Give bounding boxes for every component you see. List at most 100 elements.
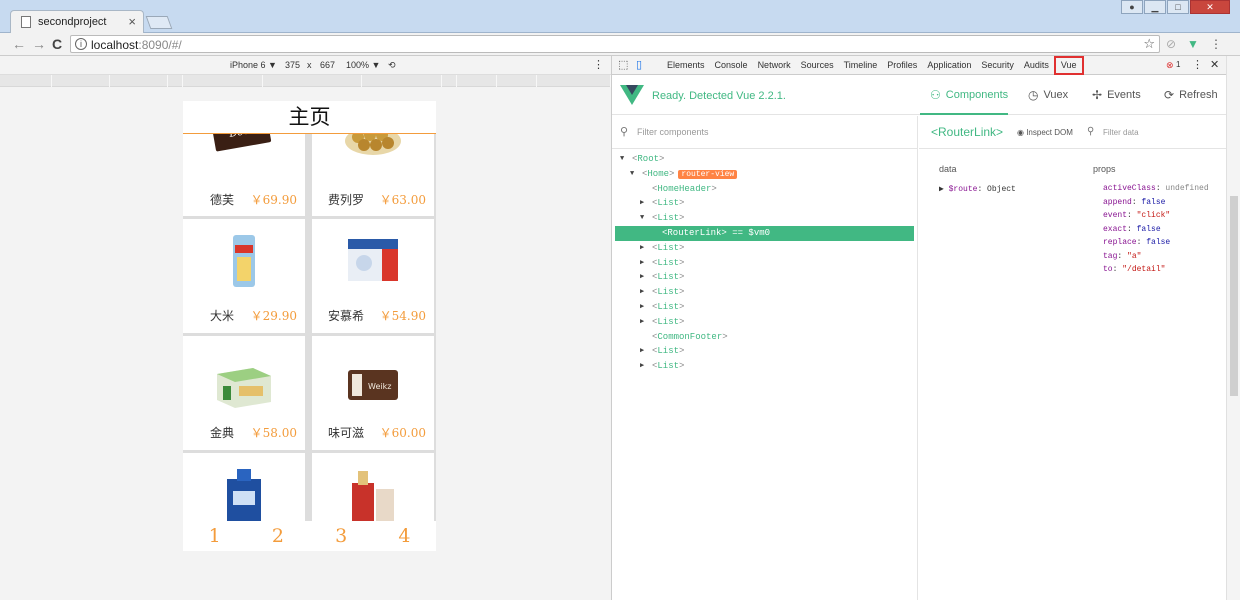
user-icon[interactable]: ● bbox=[1121, 0, 1143, 14]
filter-components-input[interactable]: Filter components bbox=[637, 127, 709, 137]
error-icon[interactable]: ⊗ bbox=[1166, 60, 1174, 71]
expand-arrow-icon[interactable]: ▶ bbox=[640, 241, 644, 256]
forward-icon[interactable]: → bbox=[32, 36, 46, 52]
expand-arrow-icon[interactable]: ▶ bbox=[640, 196, 644, 211]
prop-row[interactable]: exact: false bbox=[1103, 225, 1161, 234]
product-card[interactable]: 大米 ￥29.90 bbox=[183, 219, 305, 333]
url-path: :8090/#/ bbox=[138, 38, 182, 52]
vue-extension-icon[interactable]: ▼ bbox=[1187, 37, 1199, 51]
tree-node-root[interactable]: ▼ <Root> bbox=[612, 152, 917, 167]
tree-node-list[interactable]: ▶ <List> bbox=[612, 315, 917, 330]
inspect-element-icon[interactable]: ⬚ bbox=[618, 58, 628, 71]
tab-profiles[interactable]: Profiles bbox=[882, 56, 922, 75]
collapse-arrow-icon[interactable]: ▼ bbox=[640, 211, 644, 226]
tree-node-routerlink[interactable]: <RouterLink> == $vm0 bbox=[615, 225, 914, 241]
scrollbar-thumb[interactable] bbox=[1230, 196, 1238, 396]
page-link-1[interactable]: 1 bbox=[209, 525, 221, 547]
prop-key: activeClass bbox=[1103, 184, 1156, 193]
tab-elements[interactable]: Elements bbox=[662, 56, 710, 75]
tab-network[interactable]: Network bbox=[753, 56, 796, 75]
expand-arrow-icon[interactable]: ▶ bbox=[640, 315, 644, 330]
prop-row[interactable]: tag: "a" bbox=[1103, 252, 1141, 261]
device-height[interactable]: 667 bbox=[320, 60, 335, 70]
product-card[interactable]: 安慕希 ￥54.90 bbox=[312, 219, 434, 333]
bookmark-star-icon[interactable]: ☆ bbox=[1143, 36, 1155, 52]
tree-node-home[interactable]: ▼ <Home> router-view bbox=[612, 167, 917, 182]
expand-arrow-icon[interactable]: ▶ bbox=[640, 285, 644, 300]
devtools-close-icon[interactable]: ✕ bbox=[1210, 58, 1219, 71]
tab-vue[interactable]: Vue bbox=[1053, 56, 1084, 75]
tree-node-list[interactable]: ▶ <List> bbox=[612, 241, 917, 256]
product-card[interactable]: 金典 ￥58.00 bbox=[183, 336, 305, 450]
tree-node-list[interactable]: ▶ <List> bbox=[612, 285, 917, 300]
page-link-3[interactable]: 3 bbox=[335, 525, 347, 547]
error-count: 1 bbox=[1176, 60, 1181, 69]
tree-node-list[interactable]: ▶ <List> bbox=[612, 300, 917, 315]
tree-node-commonfooter[interactable]: <CommonFooter> bbox=[612, 330, 917, 345]
yogurt-box-icon bbox=[348, 239, 398, 281]
devtools-menu-icon[interactable]: ⋮ bbox=[1192, 58, 1203, 71]
address-bar[interactable]: i localhost:8090/#/ ☆ bbox=[70, 35, 1160, 53]
devtools-scrollbar[interactable] bbox=[1226, 56, 1240, 600]
prop-key: tag bbox=[1103, 251, 1118, 261]
prop-row[interactable]: to: "/detail" bbox=[1103, 265, 1165, 274]
rotate-icon[interactable]: ⟲ bbox=[388, 60, 396, 71]
tab-sources[interactable]: Sources bbox=[796, 56, 839, 75]
page-title: 主页 bbox=[183, 101, 436, 134]
url-text[interactable]: localhost:8090/#/ bbox=[91, 38, 182, 52]
expand-arrow-icon[interactable]: ▶ bbox=[640, 300, 644, 315]
filter-components[interactable]: ⚲ Filter components bbox=[612, 116, 917, 149]
liquor-red-icon bbox=[352, 471, 394, 521]
back-icon[interactable]: ← bbox=[12, 36, 26, 52]
collapse-arrow-icon[interactable]: ▼ bbox=[630, 167, 634, 182]
expand-arrow-icon[interactable]: ▶ bbox=[640, 256, 644, 271]
prop-key: to bbox=[1103, 265, 1113, 274]
new-tab-button[interactable] bbox=[145, 16, 173, 29]
tree-node-list[interactable]: ▶ <List> bbox=[612, 196, 917, 211]
tree-node-homeheader[interactable]: <HomeHeader> bbox=[612, 182, 917, 197]
expand-arrow-icon[interactable]: ▶ bbox=[640, 359, 644, 374]
collapse-arrow-icon[interactable]: ▼ bbox=[620, 152, 624, 167]
info-icon[interactable]: i bbox=[75, 38, 87, 50]
tab-console[interactable]: Console bbox=[710, 56, 753, 75]
tree-node-list[interactable]: ▶ <List> bbox=[612, 344, 917, 359]
tab-security[interactable]: Security bbox=[976, 56, 1019, 75]
device-more-icon[interactable]: ⋮ bbox=[593, 58, 604, 71]
maximize-button[interactable]: □ bbox=[1167, 0, 1189, 14]
data-row-route[interactable]: ▶ $route: Object bbox=[939, 184, 1016, 194]
tree-node-label: <List> bbox=[652, 242, 685, 253]
page-link-2[interactable]: 2 bbox=[272, 525, 284, 547]
tab-audits[interactable]: Audits bbox=[1019, 56, 1054, 75]
prop-row[interactable]: append: false bbox=[1103, 198, 1165, 207]
tab-timeline[interactable]: Timeline bbox=[839, 56, 883, 75]
extension-icon[interactable]: ⊘ bbox=[1166, 37, 1176, 51]
prop-row[interactable]: event: "click" bbox=[1103, 211, 1170, 220]
refresh-button[interactable]: ⟳ Refresh bbox=[1164, 88, 1218, 102]
tab-close-icon[interactable]: × bbox=[128, 14, 136, 29]
minimize-button[interactable]: ▁ bbox=[1144, 0, 1166, 14]
product-card[interactable]: Weikz 味可滋 ￥60.00 bbox=[312, 336, 434, 450]
page-link-4[interactable]: 4 bbox=[398, 525, 410, 547]
expand-arrow-icon[interactable]: ▶ bbox=[640, 270, 644, 285]
tree-node-list[interactable]: ▶ <List> bbox=[612, 270, 917, 285]
menu-icon[interactable]: ⋮ bbox=[1210, 37, 1222, 51]
prop-row[interactable]: replace: false bbox=[1103, 238, 1170, 247]
tree-node-list[interactable]: ▶ <List> bbox=[612, 256, 917, 271]
tab-components[interactable]: ⚇ Components bbox=[930, 88, 1008, 102]
window-close-button[interactable]: ✕ bbox=[1190, 0, 1230, 14]
tree-node-list[interactable]: ▼ <List> bbox=[612, 211, 917, 226]
device-mode-icon[interactable]: ▯ bbox=[636, 58, 642, 71]
zoom-select[interactable]: 100% ▼ bbox=[346, 60, 380, 70]
expand-arrow-icon[interactable]: ▶ bbox=[640, 344, 644, 359]
tab-application[interactable]: Application bbox=[922, 56, 976, 75]
tab-vuex[interactable]: ◷ Vuex bbox=[1028, 88, 1068, 102]
device-width[interactable]: 375 bbox=[285, 60, 300, 70]
reload-icon[interactable]: C bbox=[52, 36, 62, 52]
tree-node-list[interactable]: ▶ <List> bbox=[612, 359, 917, 374]
prop-row[interactable]: activeClass: undefined bbox=[1103, 184, 1209, 193]
inspect-dom-button[interactable]: ◉ Inspect DOM bbox=[1017, 128, 1073, 137]
device-select[interactable]: iPhone 6 ▼ bbox=[230, 60, 277, 70]
tab-events[interactable]: ✢ Events bbox=[1092, 88, 1141, 102]
filter-data-input[interactable]: Filter data bbox=[1103, 128, 1139, 137]
browser-tab[interactable]: secondproject × bbox=[10, 10, 144, 33]
